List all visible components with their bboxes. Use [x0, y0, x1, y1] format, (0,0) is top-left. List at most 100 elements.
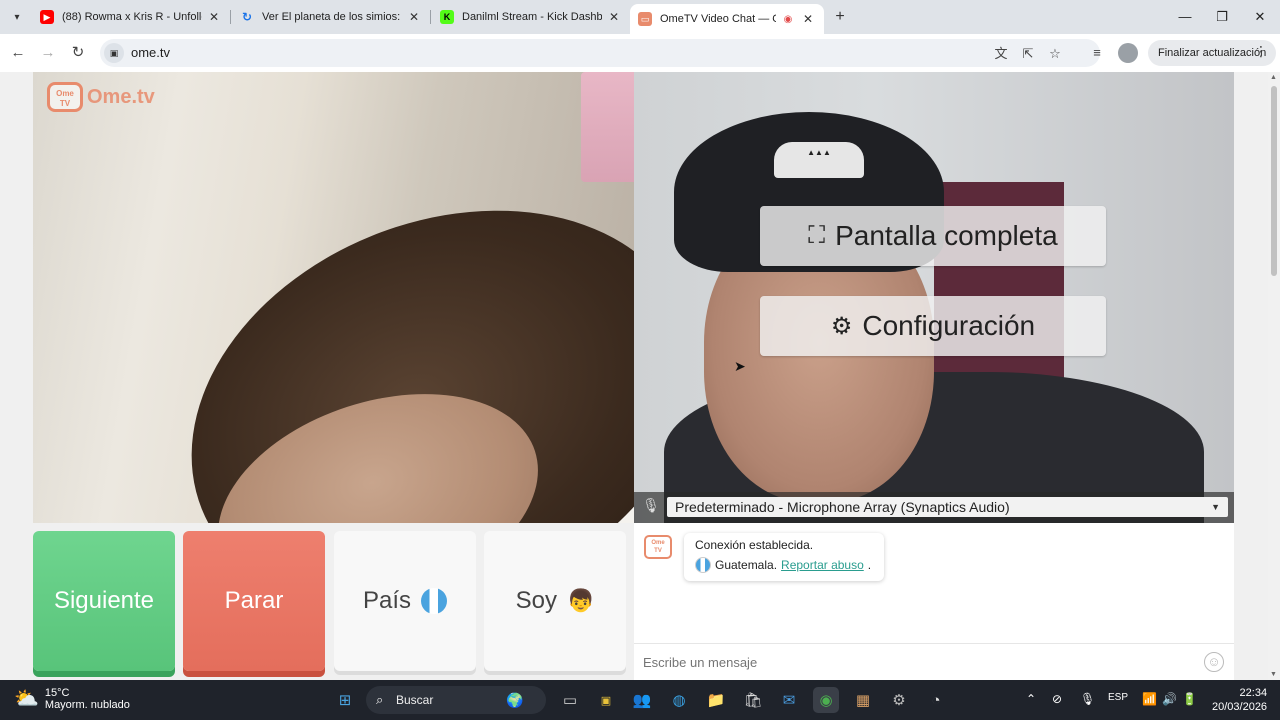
close-icon[interactable]: ✕: [206, 10, 222, 24]
tab-separator: [430, 10, 431, 24]
address-bar[interactable]: ▣ ome.tv 文 ⇱ ☆: [100, 39, 1100, 67]
clock[interactable]: 22:34 20/03/2026: [1212, 686, 1267, 714]
background-shelf: [581, 72, 634, 182]
volume-icon[interactable]: 🔊: [1162, 692, 1177, 706]
back-button[interactable]: ←: [7, 42, 29, 64]
tab-youtube[interactable]: ▶ (88) Rowma x Kris R - Unfollow ✕: [32, 4, 230, 30]
system-message: Conexión establecida. Guatemala. Reporta…: [684, 533, 884, 581]
forward-button[interactable]: →: [37, 42, 59, 64]
chat-input-bar: ☺: [634, 643, 1234, 680]
clock-date: 20/03/2026: [1212, 701, 1268, 713]
translate-icon[interactable]: 文: [992, 45, 1010, 63]
settings-label: Configuración: [862, 310, 1036, 341]
battery-icon[interactable]: 🔋: [1182, 692, 1197, 706]
close-icon[interactable]: ✕: [800, 12, 816, 26]
settings-button[interactable]: ⚙ Configuración: [760, 296, 1106, 356]
install-app-icon[interactable]: ⇱: [1019, 45, 1037, 63]
browser-toolbar: ← → ↻ ▣ ome.tv 文 ⇱ ☆ ≡ Finalizar actuali…: [0, 34, 1280, 72]
weather-temp: 15°C: [44, 686, 70, 699]
photo-app-icon[interactable]: ▦: [850, 687, 876, 713]
chrome-icon[interactable]: ◉: [813, 687, 839, 713]
partner-country: Guatemala.: [715, 558, 778, 572]
logo-badge-line1: Ome: [651, 540, 665, 546]
ometv-tv-icon: Ome TV: [644, 535, 672, 559]
loading-icon: ↻: [241, 10, 253, 24]
scroll-thumb[interactable]: [1271, 86, 1277, 276]
settings-icon[interactable]: ⚙: [886, 687, 912, 713]
next-label: Siguiente: [53, 587, 155, 614]
microphone-icon[interactable]: 🎙: [1080, 692, 1095, 706]
new-tab-button[interactable]: +: [830, 7, 850, 27]
url-text: ome.tv: [131, 45, 171, 60]
store-icon[interactable]: 🛍: [740, 687, 766, 713]
chevron-down-icon: ▼: [1211, 502, 1220, 512]
logo-badge-line2: TV: [59, 99, 71, 108]
bookmark-star-icon[interactable]: ☆: [1046, 45, 1064, 63]
remote-video: Ome TV Ome.tv: [33, 72, 634, 523]
menu-icon[interactable]: ⋮: [1254, 43, 1268, 60]
close-icon[interactable]: ✕: [406, 10, 422, 24]
tab-ometv[interactable]: ▭ OmeTV Video Chat — Ome ◉ ✕: [630, 4, 824, 34]
tab-title: Ver El planeta de los simios: (R: [262, 11, 402, 23]
taskbar-search[interactable]: ⌕ Buscar 🌍: [366, 686, 546, 714]
connection-status: Conexión establecida.: [695, 538, 814, 552]
profile-avatar[interactable]: [1118, 43, 1138, 63]
next-button[interactable]: Siguiente: [33, 531, 175, 671]
edge-icon[interactable]: ◍: [666, 687, 692, 713]
logo-text: Ome.tv: [87, 85, 155, 108]
gender-button[interactable]: Soy 👦: [484, 531, 626, 671]
stop-button[interactable]: Parar: [183, 531, 325, 671]
period: .: [867, 558, 872, 572]
camera-off-icon[interactable]: ⊘: [1052, 692, 1062, 706]
fullscreen-icon: ⛶: [808, 222, 826, 249]
page-scrollbar[interactable]: ▲ ▼: [1268, 72, 1280, 680]
search-highlight-icon: 🌍: [506, 692, 524, 708]
task-view-icon[interactable]: ▭: [557, 687, 583, 713]
guatemala-flag-icon: [695, 557, 711, 573]
fullscreen-button[interactable]: ⛶ Pantalla completa: [760, 206, 1106, 266]
microphone-icon: 🎙: [642, 497, 660, 513]
country-button[interactable]: País: [334, 531, 476, 671]
media-controls-icon[interactable]: ≡: [1088, 44, 1106, 62]
chevron-up-icon[interactable]: ⌃: [1026, 692, 1036, 706]
app-icon[interactable]: ◔: [923, 687, 949, 713]
outlook-icon[interactable]: ✉: [776, 687, 802, 713]
scroll-down-icon[interactable]: ▼: [1270, 671, 1277, 678]
search-label: Buscar: [396, 693, 434, 707]
windows-start-icon[interactable]: ⊞: [332, 687, 358, 713]
microphone-select-value: Predeterminado - Microphone Array (Synap…: [675, 499, 1010, 515]
local-video: ▲▲▲ ⛶ Pantalla completa ⚙ Configuración …: [634, 72, 1234, 523]
tab-kick[interactable]: K Danilml Stream - Kick Dashboard ✕: [432, 4, 630, 30]
ometv-tv-icon: Ome TV: [47, 82, 83, 112]
minimize-button[interactable]: —: [1170, 6, 1200, 28]
message-input[interactable]: [643, 652, 1183, 672]
report-abuse-link[interactable]: Reportar abuso: [781, 558, 864, 572]
search-icon: ⌕: [376, 692, 384, 707]
wifi-icon[interactable]: 📶: [1142, 692, 1157, 706]
tab-title: Danilml Stream - Kick Dashboard: [462, 11, 602, 23]
file-explorer-icon[interactable]: 📁: [703, 687, 729, 713]
weather-widget[interactable]: ⛅ 15°C Mayorm. nublado: [14, 686, 130, 711]
boy-icon: 👦: [566, 588, 595, 613]
youtube-icon: ▶: [40, 10, 54, 24]
close-window-button[interactable]: ✕: [1245, 6, 1275, 28]
game-app-icon[interactable]: ▣: [593, 687, 619, 713]
tab-title: OmeTV Video Chat — Ome: [660, 13, 776, 25]
site-info-icon[interactable]: ▣: [104, 43, 124, 63]
emoji-icon[interactable]: ☺: [1204, 652, 1224, 672]
ometv-page: Ome TV Ome.tv ▲▲▲ ⛶ Pantalla completa ⚙ …: [0, 72, 1268, 680]
guatemala-flag-icon: [421, 588, 448, 614]
tab-search-button[interactable]: ▾: [6, 7, 28, 27]
teams-icon[interactable]: 👥: [629, 687, 655, 713]
reload-button[interactable]: ↻: [67, 42, 89, 64]
ometv-logo: Ome TV Ome.tv: [47, 82, 155, 112]
tab-planeta-simios[interactable]: ↻ Ver El planeta de los simios: (R ✕: [232, 4, 430, 30]
scroll-up-icon[interactable]: ▲: [1270, 74, 1277, 81]
maximize-button[interactable]: ❐: [1207, 6, 1237, 28]
tab-strip: ▾ ▶ (88) Rowma x Kris R - Unfollow ✕ ↻ V…: [0, 0, 1280, 34]
language-indicator[interactable]: ESP: [1108, 692, 1128, 703]
chat-panel: Ome TV Conexión establecida. Guatemala. …: [634, 523, 1234, 680]
close-icon[interactable]: ✕: [606, 10, 622, 24]
microphone-select[interactable]: Predeterminado - Microphone Array (Synap…: [667, 497, 1228, 517]
cap-logo: ▲▲▲: [774, 142, 864, 178]
